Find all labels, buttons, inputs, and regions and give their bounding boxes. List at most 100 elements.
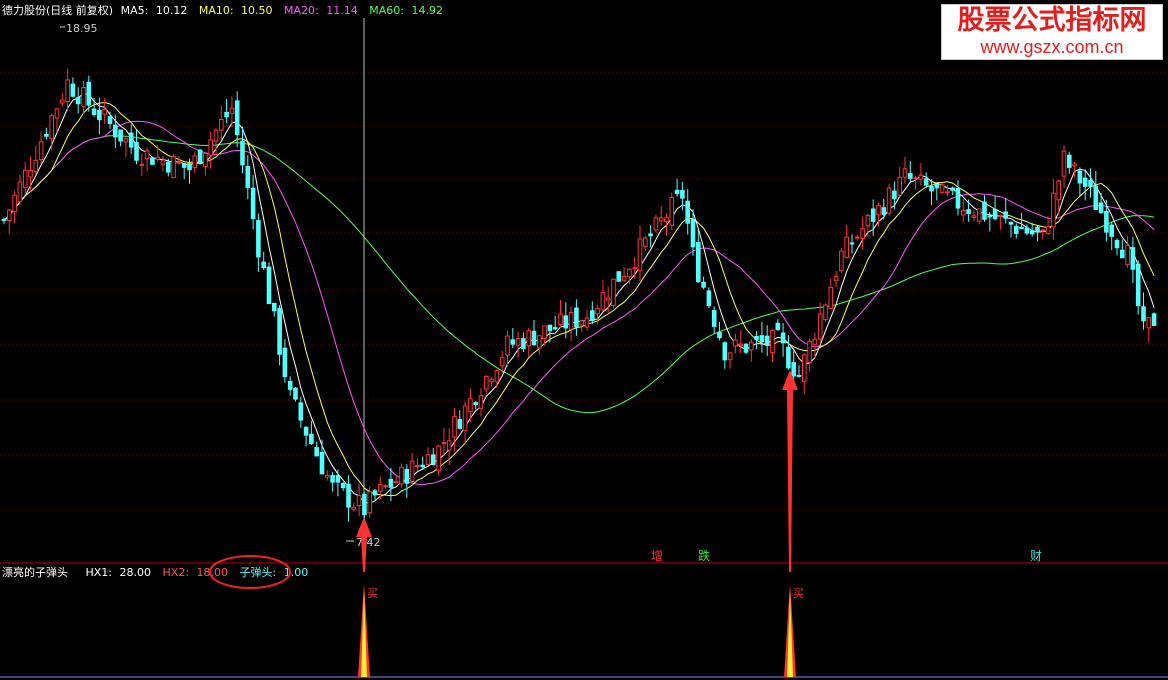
candle <box>939 182 945 194</box>
candle <box>441 427 447 457</box>
candle <box>881 198 887 220</box>
candle <box>1098 193 1104 214</box>
candle <box>918 162 924 186</box>
candle <box>38 131 44 164</box>
candle <box>833 270 839 287</box>
candle <box>1109 221 1115 251</box>
candle <box>54 107 60 132</box>
candle <box>325 470 330 481</box>
candle <box>1093 171 1099 210</box>
candle <box>558 300 563 328</box>
candle <box>319 439 325 475</box>
candle <box>65 68 70 112</box>
candle <box>568 306 574 342</box>
candle <box>197 148 203 165</box>
watermark-logo: 股票公式指标网 www.gszx.com.cn <box>941 4 1163 60</box>
watermark-url: www.gszx.com.cn <box>980 37 1124 57</box>
candle <box>478 388 484 417</box>
candle <box>303 426 309 447</box>
bullet-value: 1.00 <box>283 566 309 579</box>
candle <box>250 174 256 230</box>
candle <box>976 208 982 225</box>
candle <box>802 352 807 394</box>
candle <box>1061 145 1067 189</box>
candle <box>1146 317 1152 342</box>
candle <box>510 328 516 349</box>
candle <box>886 183 892 216</box>
candle <box>913 176 918 190</box>
candle <box>81 80 86 114</box>
candle <box>637 225 643 281</box>
candle <box>484 375 489 395</box>
candle <box>590 301 595 325</box>
candle <box>160 155 166 172</box>
bullet-indicator-panel: 买买 <box>358 583 804 677</box>
candle <box>839 247 844 273</box>
candle <box>701 276 706 290</box>
candle <box>971 210 977 222</box>
ma20-value: 11.14 <box>326 4 358 17</box>
ma5-label: MA5: <box>120 4 149 17</box>
bullet-spike-2: 买 <box>784 583 804 677</box>
candle <box>770 329 775 363</box>
candle <box>404 464 410 498</box>
candle <box>150 156 155 165</box>
candle <box>1082 169 1088 201</box>
candle <box>961 198 966 223</box>
candle <box>409 452 415 483</box>
candle <box>860 216 865 250</box>
candle <box>1051 178 1056 241</box>
candle <box>372 488 378 501</box>
candle <box>388 467 394 502</box>
candle <box>128 124 134 155</box>
candle <box>722 341 728 369</box>
candle <box>282 339 288 383</box>
hx1-label: HX1: <box>85 566 113 579</box>
candle <box>950 186 956 196</box>
candle <box>1114 238 1120 256</box>
candle <box>287 376 293 396</box>
candle <box>123 137 129 157</box>
candle <box>743 343 749 355</box>
ma60-label: MA60: <box>369 4 404 17</box>
candle <box>1135 260 1141 315</box>
ma10-value: 10.50 <box>241 4 273 17</box>
event-markers: 增跌财 <box>651 548 1042 563</box>
low-price-label: 7.42 <box>356 536 381 549</box>
candle <box>849 234 855 254</box>
candle <box>91 97 97 117</box>
candle <box>1125 235 1130 268</box>
candle <box>1008 220 1014 238</box>
high-price-label: 18.95 <box>66 22 98 35</box>
candle <box>600 279 606 312</box>
candle <box>844 224 850 259</box>
candle <box>855 234 860 241</box>
candle <box>1130 236 1136 284</box>
candle <box>828 278 834 309</box>
candle <box>892 181 897 210</box>
hx2-label: HX2: <box>162 566 190 579</box>
candle <box>314 441 319 457</box>
candle <box>17 174 23 206</box>
candle <box>738 330 744 354</box>
candle <box>902 156 908 184</box>
candle <box>399 463 404 488</box>
stock-title: 德力股份(日线 前复权) <box>2 4 114 17</box>
event-marker: 增 <box>651 549 663 563</box>
indicator-header: 漂亮的子弹头 HX1: 28.00 HX2: 18.00 子弹头: 1.00 <box>2 566 316 580</box>
candle <box>653 214 659 233</box>
candle <box>669 192 675 231</box>
ma10-label: MA10: <box>198 4 234 17</box>
candle <box>277 304 282 366</box>
candle <box>293 386 298 402</box>
candle <box>49 113 55 151</box>
watermark-title: 股票公式指标网 <box>957 5 1147 36</box>
candle <box>764 325 770 356</box>
candle <box>1014 223 1019 239</box>
candle <box>139 153 145 176</box>
bullet-label: 子弹头: <box>239 566 277 579</box>
indicator-name: 漂亮的子弹头 <box>2 566 68 579</box>
candle <box>12 190 17 224</box>
candle <box>203 152 208 176</box>
buy-signal-label: 买 <box>793 587 804 600</box>
